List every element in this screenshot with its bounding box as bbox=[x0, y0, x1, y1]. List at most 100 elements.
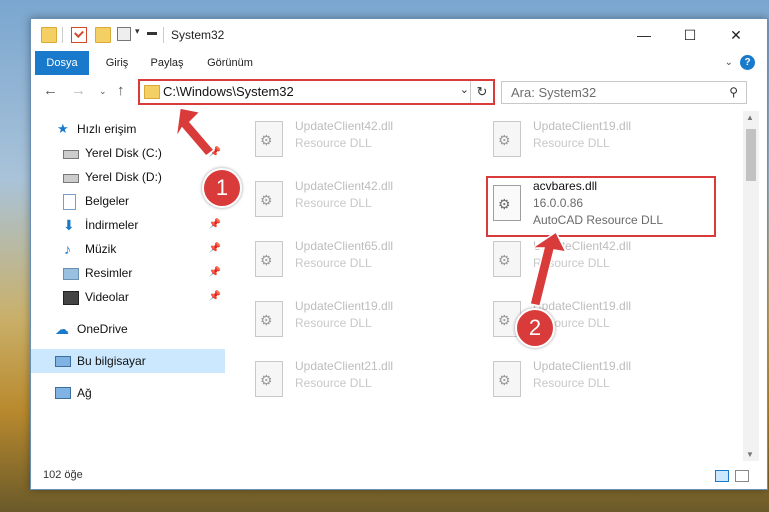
file-name: UpdateClient65.dll bbox=[295, 239, 394, 253]
details-view-icon[interactable] bbox=[715, 470, 729, 482]
nav-label: Hızlı erişim bbox=[77, 122, 137, 136]
expand-ribbon-icon[interactable]: ⌄ bbox=[725, 57, 733, 68]
tab-home[interactable]: Giriş bbox=[97, 51, 137, 75]
pin-icon: 📌 bbox=[208, 267, 221, 278]
folder-icon bbox=[41, 27, 57, 43]
file-description: Resource DLL bbox=[295, 196, 372, 210]
nav-item-local-disk-c[interactable]: Yerel Disk (C:) 📌 bbox=[31, 141, 225, 165]
properties-icon[interactable] bbox=[71, 27, 87, 43]
file-description: Resource DLL bbox=[533, 376, 610, 390]
nav-item-this-pc[interactable]: Bu bilgisayar bbox=[31, 349, 225, 373]
file-tile[interactable]: UpdateClient42.dll Resource DLL bbox=[251, 177, 471, 227]
dll-file-icon bbox=[493, 241, 521, 277]
file-tile[interactable]: UpdateClient42.dll Resource DLL bbox=[251, 117, 471, 167]
tab-view[interactable]: Görünüm bbox=[201, 51, 259, 75]
tab-share[interactable]: Paylaş bbox=[145, 51, 189, 75]
drive-icon bbox=[63, 174, 79, 183]
address-path[interactable]: C:\Windows\System32 bbox=[163, 84, 294, 99]
nav-item-local-disk-d[interactable]: Yerel Disk (D:) 📌 bbox=[31, 165, 225, 189]
pin-icon: 📌 bbox=[208, 147, 221, 158]
dll-file-icon bbox=[255, 241, 283, 277]
customize-toolbar-icon[interactable]: ▬ bbox=[147, 27, 157, 38]
annotation-badge-2: 2 bbox=[515, 308, 555, 348]
search-placeholder[interactable]: Ara: System32 bbox=[511, 85, 596, 100]
nav-item-videos[interactable]: Videolar 📌 bbox=[31, 285, 225, 309]
nav-item-pictures[interactable]: Resimler 📌 bbox=[31, 261, 225, 285]
nav-label: Videolar bbox=[85, 290, 129, 304]
file-tile[interactable]: UpdateClient21.dll Resource DLL bbox=[251, 357, 471, 407]
nav-item-documents[interactable]: Belgeler 📌 bbox=[31, 189, 225, 213]
ribbon-tabs: Dosya Giriş Paylaş Görünüm ⌄ ? bbox=[31, 51, 767, 75]
item-count: 102 öğe bbox=[43, 469, 83, 481]
file-list: UpdateClient42.dll Resource DLL UpdateCl… bbox=[227, 111, 745, 461]
dll-file-icon bbox=[493, 361, 521, 397]
cloud-icon: ☁ bbox=[55, 321, 69, 337]
nav-item-network[interactable]: Ağ bbox=[31, 381, 225, 405]
address-bar[interactable]: C:\Windows\System32 ⌄ ↻ bbox=[138, 79, 495, 105]
help-icon[interactable]: ? bbox=[740, 55, 755, 70]
file-tile[interactable]: UpdateClient42.dll Resource DLL bbox=[489, 237, 709, 287]
minimize-button[interactable]: — bbox=[621, 19, 667, 51]
chevron-down-icon[interactable]: ▾ bbox=[135, 26, 140, 37]
nav-label: Belgeler bbox=[85, 194, 130, 208]
file-description: Resource DLL bbox=[295, 376, 372, 390]
nav-label: İndirmeler bbox=[85, 218, 139, 232]
quick-access-toolbar-icon[interactable] bbox=[117, 27, 131, 41]
annotation-badge-1: 1 bbox=[202, 168, 242, 208]
pictures-icon bbox=[63, 268, 79, 280]
recent-locations-button[interactable]: ⌄ bbox=[99, 86, 107, 97]
file-description: Resource DLL bbox=[295, 136, 372, 150]
video-icon bbox=[63, 291, 79, 305]
dll-file-icon bbox=[255, 181, 283, 217]
new-folder-icon[interactable] bbox=[95, 27, 111, 43]
download-icon: ⬇ bbox=[63, 217, 75, 233]
dll-file-icon bbox=[255, 121, 283, 157]
star-icon: ★ bbox=[57, 121, 69, 136]
forward-button[interactable]: → bbox=[71, 82, 86, 99]
file-tile[interactable]: UpdateClient65.dll Resource DLL bbox=[251, 237, 471, 287]
nav-label: Yerel Disk (D:) bbox=[85, 170, 162, 184]
file-name: UpdateClient42.dll bbox=[533, 239, 632, 253]
back-button[interactable]: ← bbox=[43, 82, 58, 99]
nav-item-music[interactable]: ♪ Müzik 📌 bbox=[31, 237, 225, 261]
tab-file[interactable]: Dosya bbox=[35, 51, 89, 75]
scroll-down-icon[interactable]: ▼ bbox=[746, 450, 754, 459]
address-dropdown-icon[interactable]: ⌄ bbox=[460, 83, 469, 96]
scroll-thumb[interactable] bbox=[746, 129, 756, 181]
music-icon: ♪ bbox=[64, 241, 71, 257]
nav-item-downloads[interactable]: ⬇ İndirmeler 📌 bbox=[31, 213, 225, 237]
maximize-button[interactable]: ☐ bbox=[667, 19, 713, 51]
file-name: UpdateClient19.dll bbox=[295, 299, 394, 313]
vertical-scrollbar[interactable]: ▲ ▼ bbox=[743, 111, 759, 461]
title-bar: ▾ ▬ System32 — ☐ ✕ bbox=[31, 19, 767, 51]
divider bbox=[163, 27, 164, 43]
search-icon[interactable]: ⚲ bbox=[729, 85, 738, 99]
search-box[interactable]: Ara: System32 ⚲ bbox=[501, 81, 747, 104]
refresh-button[interactable]: ↻ bbox=[470, 81, 493, 103]
nav-item-quick-access[interactable]: ★ Hızlı erişim bbox=[31, 117, 225, 141]
file-name: UpdateClient42.dll bbox=[295, 119, 394, 133]
close-button[interactable]: ✕ bbox=[713, 19, 759, 51]
computer-icon bbox=[55, 356, 71, 367]
nav-label: OneDrive bbox=[77, 322, 128, 336]
file-tile[interactable]: UpdateClient19.dll Resource DLL bbox=[251, 297, 471, 347]
address-bar-row: ← → ⌄ ↑ C:\Windows\System32 ⌄ ↻ Ara: Sys… bbox=[31, 75, 767, 107]
documents-icon bbox=[63, 194, 76, 210]
pin-icon: 📌 bbox=[208, 219, 221, 230]
file-name: UpdateClient42.dll bbox=[295, 179, 394, 193]
nav-label: Yerel Disk (C:) bbox=[85, 146, 162, 160]
file-tile[interactable]: UpdateClient19.dll Resource DLL bbox=[489, 117, 709, 167]
nav-label: Ağ bbox=[77, 386, 92, 400]
file-name: UpdateClient19.dll bbox=[533, 359, 632, 373]
file-description: Resource DLL bbox=[533, 136, 610, 150]
file-name: UpdateClient21.dll bbox=[295, 359, 394, 373]
dll-file-icon bbox=[255, 361, 283, 397]
folder-icon bbox=[144, 85, 160, 99]
large-icons-view-icon[interactable] bbox=[735, 470, 749, 482]
file-description: Resource DLL bbox=[295, 256, 372, 270]
up-button[interactable]: ↑ bbox=[117, 82, 125, 99]
file-tile[interactable]: UpdateClient19.dll Resource DLL bbox=[489, 357, 709, 407]
scroll-up-icon[interactable]: ▲ bbox=[746, 113, 754, 122]
nav-label: Bu bilgisayar bbox=[77, 354, 146, 368]
nav-item-onedrive[interactable]: ☁ OneDrive bbox=[31, 317, 225, 341]
